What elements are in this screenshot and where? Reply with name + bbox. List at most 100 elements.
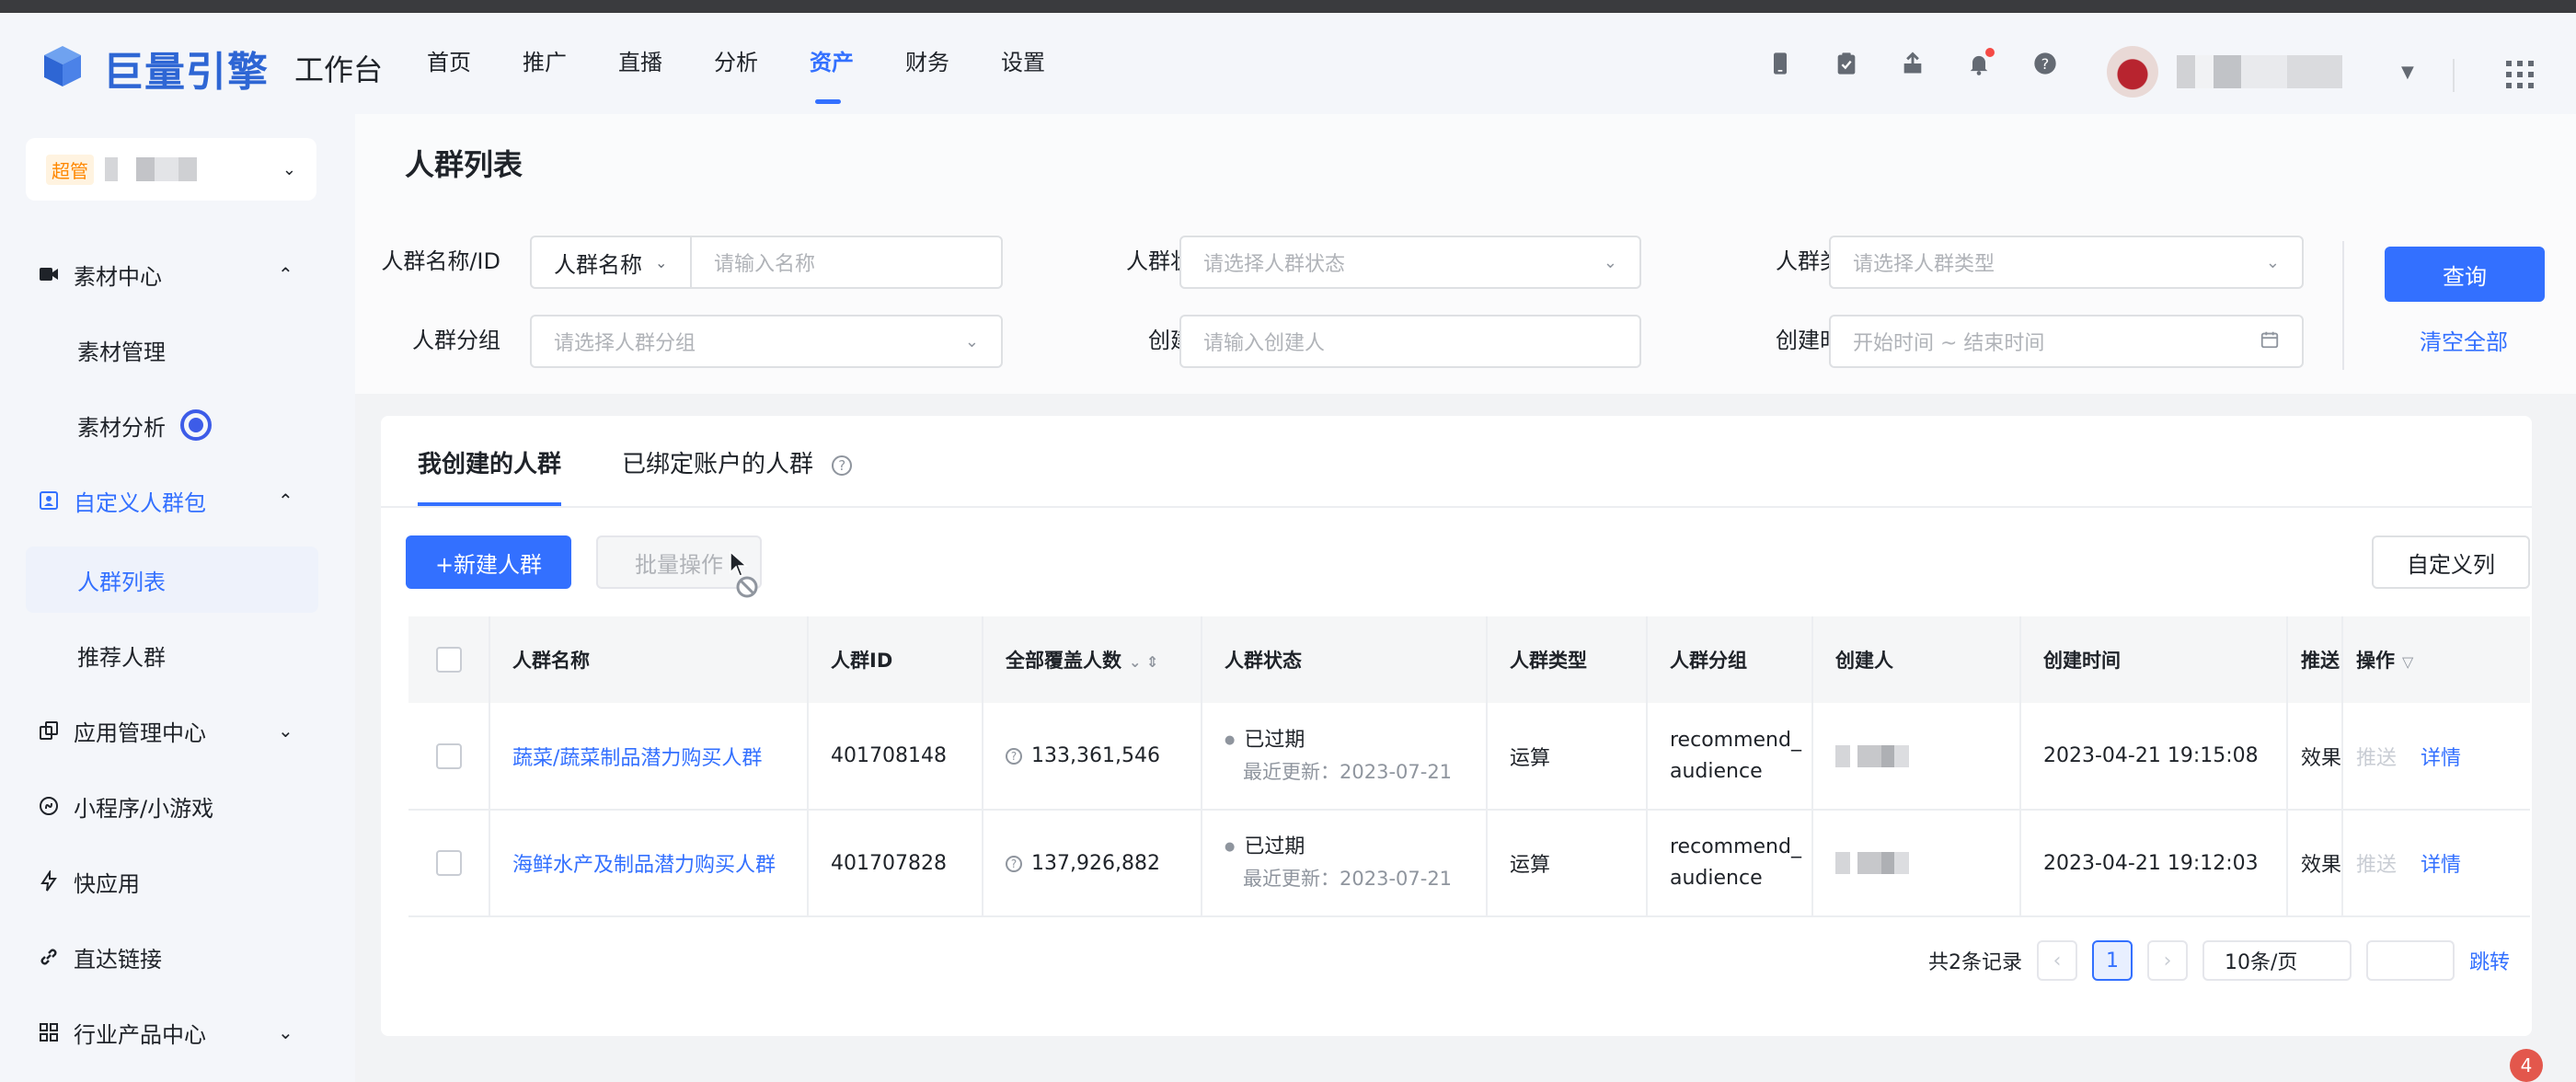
customize-columns-button[interactable]: 自定义列 [2372, 535, 2530, 589]
sidebar-item-material-analysis[interactable]: 素材分析 [0, 392, 355, 458]
query-button[interactable]: 查询 [2385, 247, 2545, 302]
tab-label: 我创建的人群 [418, 451, 562, 478]
audience-name-link[interactable]: 海鲜水产及制品潜力购买人群 [512, 854, 776, 877]
status-cell: 已过期最近更新：2023-07-21 [1202, 703, 1488, 811]
logo[interactable]: 巨量引擎 工作台 [37, 39, 383, 98]
creator-input[interactable]: 请输入创建人 [1179, 315, 1641, 368]
push-action[interactable]: 推送 [2356, 747, 2397, 770]
account-switcher[interactable]: 超管 ⌄ [26, 138, 316, 201]
clipboard-icon[interactable] [1833, 50, 1860, 77]
audience-type-cell: 运算 [1487, 810, 1648, 917]
nav-promotion[interactable]: 推广 [523, 44, 618, 99]
audience-type-cell: 运算 [1487, 703, 1648, 811]
detail-action[interactable]: 详情 [2421, 747, 2461, 770]
chevron-down-icon: ⌄ [1603, 252, 1617, 272]
os-top-strip [0, 0, 2576, 13]
tab-my-audiences[interactable]: 我创建的人群 [418, 445, 562, 506]
next-page-button[interactable]: › [2146, 940, 2188, 981]
page-number[interactable]: 1 [2091, 940, 2133, 981]
sidebar-item-quick-app[interactable]: 快应用 [0, 848, 355, 915]
sidebar-item-app-management[interactable]: 应用管理中心 ⌄ [0, 697, 355, 764]
bell-icon[interactable] [1965, 48, 1995, 77]
column-header-sortable[interactable]: 全部覆盖人数 ⌄ ⇕ [983, 616, 1202, 703]
nav-live[interactable]: 直播 [618, 44, 714, 99]
nav-settings[interactable]: 设置 [1001, 44, 1097, 99]
new-audience-button[interactable]: +新建人群 [406, 535, 571, 589]
app-grid-icon[interactable] [2504, 59, 2536, 90]
select-all-cell[interactable] [408, 616, 490, 703]
audience-list-card: 我创建的人群 已绑定账户的人群 ? +新建人群 批量操作 自定义列 人群名称 人… [381, 416, 2532, 1036]
last-updated-text: 最近更新：2023-07-21 [1243, 760, 1453, 783]
sidebar-item-material-center[interactable]: 素材中心 ⌃ [0, 241, 355, 307]
status-text: 已过期 [1225, 832, 1485, 863]
row-checkbox[interactable] [436, 742, 462, 769]
sidebar-item-audience-list[interactable]: 人群列表 [26, 547, 318, 613]
group-select-placeholder: 请选择人群分组 [554, 332, 696, 355]
sidebar-item-label: 快应用 [74, 870, 140, 897]
last-updated-text: 最近更新：2023-07-21 [1243, 868, 1453, 890]
nav-home[interactable]: 首页 [427, 44, 523, 99]
name-field-select[interactable]: 人群名称 ⌄ [530, 236, 692, 289]
group-select[interactable]: 请选择人群分组 ⌄ [530, 315, 1003, 368]
status-select-placeholder: 请选择人群状态 [1203, 253, 1346, 276]
sidebar-item-mini-program[interactable]: 小程序/小游戏 [0, 773, 355, 839]
share-icon[interactable] [1899, 50, 1926, 77]
nav-assets[interactable]: 资产 [810, 44, 905, 104]
type-select-placeholder: 请选择人群类型 [1853, 253, 1995, 276]
detail-action[interactable]: 详情 [2421, 854, 2461, 877]
sort-icon[interactable]: ⌄ ⇕ [1129, 653, 1158, 671]
filter-icon[interactable]: ▽ [2402, 653, 2413, 671]
svg-text:?: ? [2041, 55, 2050, 73]
sidebar-item-material-manage[interactable]: 素材管理 [0, 317, 355, 383]
sidebar-item-custom-audience[interactable]: 自定义人群包 ⌃ [0, 467, 355, 534]
creator-input-placeholder: 请输入创建人 [1203, 332, 1326, 355]
column-header: 推送 [2287, 616, 2343, 703]
push-action[interactable]: 推送 [2356, 854, 2397, 877]
sidebar-item-recommended-audience[interactable]: 推荐人群 [0, 622, 355, 688]
name-search-input[interactable]: 请输入名称 [692, 236, 1003, 289]
jump-button[interactable]: 跳转 [2469, 946, 2510, 975]
sidebar-item-label: 素材中心 [74, 263, 162, 290]
nav-finance[interactable]: 财务 [905, 44, 1001, 99]
status-select[interactable]: 请选择人群状态 ⌄ [1179, 236, 1641, 289]
row-select-cell[interactable] [408, 703, 490, 811]
pagination: 共2条记录 ‹ 1 › 10条/页 跳转 [1928, 940, 2510, 981]
help-icon[interactable]: ? [832, 455, 853, 476]
jump-page-input[interactable] [2365, 940, 2455, 981]
help-icon[interactable]: ? [2031, 50, 2059, 77]
prev-page-button[interactable]: ‹ [2036, 940, 2077, 981]
push-cell: 效果 [2287, 703, 2343, 811]
calendar-icon [2260, 329, 2280, 354]
info-icon[interactable]: ? [1006, 855, 1022, 872]
filter-label-group: 人群分组 [412, 328, 500, 353]
creator-name-redacted [1835, 744, 1909, 767]
notification-count-badge[interactable]: 4 [2510, 1049, 2543, 1082]
user-name-redacted [2177, 55, 2361, 88]
clear-all-link[interactable]: 清空全部 [2420, 324, 2508, 356]
audience-group-value: recommend_ audience [1670, 835, 1801, 890]
column-header: 人群分组 [1647, 616, 1813, 703]
column-header-filterable[interactable]: 操作 ▽ [2342, 616, 2530, 703]
creator-name-redacted [1835, 852, 1909, 874]
date-range-picker[interactable]: 开始时间 ~ 结束时间 [1829, 315, 2304, 368]
sidebar-item-industry-products[interactable]: 行业产品中心 ⌄ [0, 999, 355, 1065]
row-select-cell[interactable] [408, 810, 490, 917]
page-title: 人群列表 [405, 147, 523, 182]
row-checkbox[interactable] [436, 850, 462, 876]
coverage-cell: ? 133,361,546 [983, 703, 1202, 811]
info-icon[interactable]: ? [1006, 748, 1022, 765]
nav-analysis[interactable]: 分析 [714, 44, 810, 99]
sidebar-item-direct-link[interactable]: 直达链接 [0, 924, 355, 990]
created-time-cell: 2023-04-21 19:15:08 [2020, 703, 2288, 811]
operations-cell: 推送 详情 [2342, 810, 2530, 917]
select-all-checkbox[interactable] [436, 647, 462, 673]
audience-name-link[interactable]: 蔬菜/蔬菜制品潜力购买人群 [512, 747, 762, 770]
account-role-badge: 超管 [46, 154, 94, 185]
type-select[interactable]: 请选择人群类型 ⌄ [1829, 236, 2304, 289]
tab-bound-audiences[interactable]: 已绑定账户的人群 ? [622, 445, 853, 479]
page-size-select[interactable]: 10条/页 [2202, 940, 2352, 981]
total-records: 共2条记录 [1927, 951, 2022, 974]
phone-icon[interactable] [1766, 50, 1794, 77]
user-menu[interactable]: ▼ [2107, 46, 2414, 98]
cursor-not-allowed-icon [730, 550, 758, 598]
